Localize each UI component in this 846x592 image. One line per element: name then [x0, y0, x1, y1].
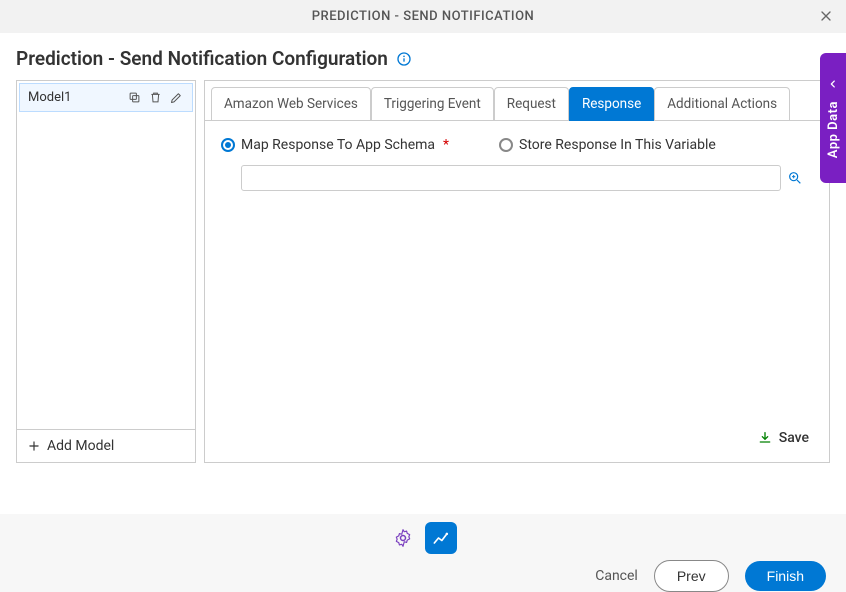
- search-plus-icon: [787, 170, 803, 186]
- add-model-label: Add Model: [47, 438, 114, 454]
- tab-body-spacer: [221, 191, 813, 422]
- radio-map-to-schema[interactable]: Map Response To App Schema *: [221, 137, 449, 153]
- radio-icon-selected: [221, 138, 235, 152]
- page-title: Prediction - Send Notification Configura…: [16, 47, 388, 70]
- download-icon: [757, 430, 773, 446]
- pencil-icon: [169, 90, 184, 105]
- settings-button[interactable]: [389, 524, 417, 552]
- close-button[interactable]: [816, 6, 836, 26]
- model-panel: Model1 Add Model: [16, 80, 196, 463]
- model-item[interactable]: Model1: [19, 83, 193, 112]
- trash-icon: [148, 90, 163, 105]
- tab-triggering-event[interactable]: Triggering Event: [371, 87, 494, 121]
- finish-button[interactable]: Finish: [745, 561, 826, 591]
- lookup-button[interactable]: [787, 170, 803, 186]
- tab-body: Map Response To App Schema * Store Respo…: [205, 121, 829, 462]
- delete-button[interactable]: [148, 90, 163, 105]
- analytics-button[interactable]: [425, 522, 457, 554]
- save-button[interactable]: Save: [221, 422, 813, 454]
- response-radio-group: Map Response To App Schema * Store Respo…: [221, 137, 813, 153]
- toolbar-row: [0, 514, 846, 554]
- analytics-icon: [431, 528, 451, 548]
- bottom-bar: Cancel Prev Finish: [0, 514, 846, 592]
- model-item-actions: [127, 90, 184, 105]
- tab-request[interactable]: Request: [494, 87, 569, 121]
- window-title: PREDICTION - SEND NOTIFICATION: [312, 9, 535, 24]
- copy-button[interactable]: [127, 90, 142, 105]
- radio-icon: [499, 138, 513, 152]
- plus-icon: [27, 439, 41, 453]
- config-panel: Amazon Web Services Triggering Event Req…: [204, 80, 830, 463]
- tab-amazon-web-services[interactable]: Amazon Web Services: [211, 87, 371, 121]
- required-star: *: [443, 137, 449, 153]
- info-icon: [396, 51, 412, 67]
- page-title-row: Prediction - Send Notification Configura…: [0, 33, 846, 80]
- radio-store-in-variable[interactable]: Store Response In This Variable: [499, 137, 716, 153]
- schema-input-row: [241, 165, 813, 191]
- info-button[interactable]: [396, 51, 412, 67]
- copy-icon: [127, 90, 142, 105]
- tab-additional-actions[interactable]: Additional Actions: [654, 87, 790, 121]
- close-icon: [818, 8, 834, 24]
- tab-bar: Amazon Web Services Triggering Event Req…: [205, 81, 829, 121]
- save-label: Save: [779, 430, 809, 446]
- radio-label: Store Response In This Variable: [519, 137, 716, 153]
- tab-response[interactable]: Response: [569, 87, 654, 121]
- cancel-button[interactable]: Cancel: [595, 568, 638, 584]
- drawer-label: App Data: [826, 101, 841, 158]
- title-bar: PREDICTION - SEND NOTIFICATION: [0, 0, 846, 33]
- gear-icon: [393, 528, 413, 548]
- prev-button[interactable]: Prev: [654, 560, 729, 592]
- main-content: Model1 Add Model Amazon Web Services Tri…: [0, 80, 846, 463]
- app-data-drawer[interactable]: App Data: [820, 53, 846, 183]
- edit-button[interactable]: [169, 90, 184, 105]
- schema-input[interactable]: [241, 165, 781, 191]
- footer-buttons: Cancel Prev Finish: [0, 554, 846, 592]
- add-model-button[interactable]: Add Model: [17, 429, 195, 462]
- chevron-left-icon: [828, 77, 838, 93]
- model-label: Model1: [28, 90, 71, 105]
- model-list-spacer: [17, 114, 195, 429]
- radio-label: Map Response To App Schema: [241, 137, 435, 153]
